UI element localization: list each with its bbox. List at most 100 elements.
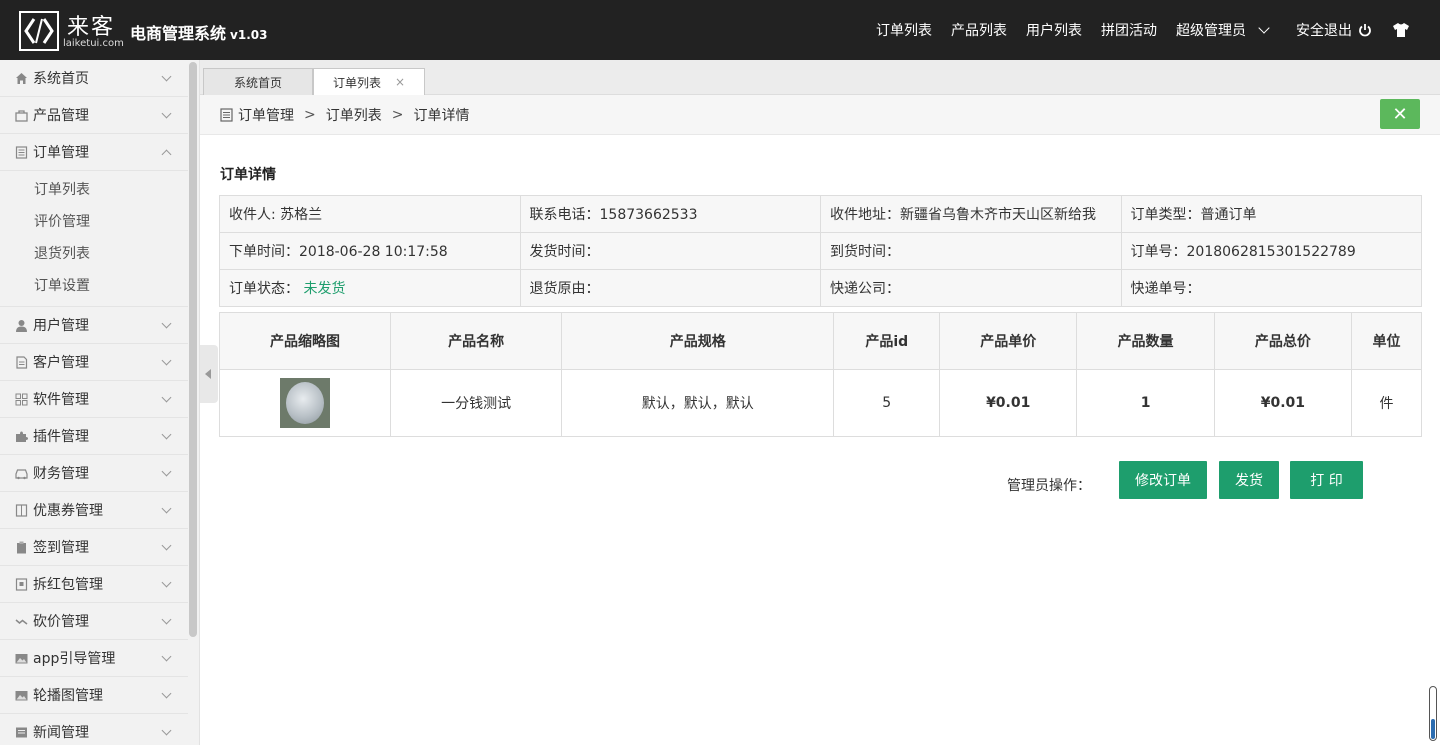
sidebar-item-label: 砍价管理 xyxy=(33,614,89,630)
chevron-down-icon xyxy=(161,651,172,662)
submenu-order-list[interactable]: 订单列表 xyxy=(0,174,188,206)
breadcrumb-item[interactable]: 订单列表 xyxy=(326,105,382,125)
sidebar-item-bargain[interactable]: 砍价管理 xyxy=(0,603,188,640)
document-icon xyxy=(15,145,28,159)
admin-dropdown[interactable]: 超级管理员 xyxy=(1176,20,1270,40)
puzzle-icon xyxy=(16,431,28,442)
sidebar-scrollbar[interactable] xyxy=(189,62,197,637)
breadcrumb-item[interactable]: 订单管理 xyxy=(238,105,294,125)
print-button[interactable]: 打 印 xyxy=(1290,461,1363,499)
submenu-order-settings[interactable]: 订单设置 xyxy=(0,270,188,302)
tab-home[interactable]: 系统首页 xyxy=(203,68,313,95)
product-table: 产品缩略图 产品名称 产品规格 产品id 产品单价 产品数量 产品总价 单位 一… xyxy=(218,312,1422,437)
sidebar-item-orders[interactable]: 订单管理 xyxy=(0,134,188,171)
sidebar-item-home[interactable]: 系统首页 xyxy=(0,60,188,97)
table-row: 下单时间：2018-06-28 10:17:58 发货时间： 到货时间： 订单号… xyxy=(219,232,1422,270)
nav-product-list[interactable]: 产品列表 xyxy=(951,20,1007,40)
grid-icon xyxy=(15,393,28,405)
product-total: ¥0.01 xyxy=(1213,369,1353,437)
info-cell: 收件地址：新疆省乌鲁木齐市天山区新给我 xyxy=(820,195,1122,233)
book-icon xyxy=(15,503,28,517)
sidebar-item-products[interactable]: 产品管理 xyxy=(0,97,188,134)
chevron-down-icon xyxy=(161,577,172,588)
chevron-down-icon xyxy=(161,614,172,625)
column-header: 产品名称 xyxy=(390,312,563,370)
breadcrumb: 订单管理 > 订单列表 > 订单详情 ✕ xyxy=(200,95,1440,135)
product-price: ¥0.01 xyxy=(939,369,1078,437)
admin-name: 超级管理员 xyxy=(1176,23,1246,39)
user-icon xyxy=(16,319,27,332)
sidebar-item-carousel[interactable]: 轮播图管理 xyxy=(0,677,188,714)
chevron-down-icon xyxy=(161,466,172,477)
sidebar-item-coupons[interactable]: 优惠券管理 xyxy=(0,492,188,529)
breadcrumb-separator: > xyxy=(304,106,316,123)
chevron-down-icon xyxy=(161,503,172,514)
chevron-down-icon xyxy=(161,318,172,329)
sidebar-item-app-guide[interactable]: app引导管理 xyxy=(0,640,188,677)
sidebar-item-finance[interactable]: 财务管理 xyxy=(0,455,188,492)
document-icon xyxy=(220,107,233,122)
skin-shirt-icon[interactable] xyxy=(1392,22,1410,38)
chevron-down-icon xyxy=(161,108,172,119)
news-icon xyxy=(16,727,27,737)
info-cell: 快递公司： xyxy=(820,269,1122,307)
sidebar-item-software[interactable]: 软件管理 xyxy=(0,381,188,418)
logo[interactable]: 来客 laiketui.com xyxy=(19,11,124,51)
column-header: 产品总价 xyxy=(1213,312,1353,370)
sidebar-item-checkin[interactable]: 签到管理 xyxy=(0,529,188,566)
info-cell: 收件人: 苏格兰 xyxy=(219,195,521,233)
sidebar-item-plugins[interactable]: 插件管理 xyxy=(0,418,188,455)
column-header: 产品数量 xyxy=(1076,312,1215,370)
sidebar-item-label: 插件管理 xyxy=(33,429,89,445)
sidebar-item-label: 新闻管理 xyxy=(33,725,89,741)
chevron-down-icon xyxy=(161,355,172,366)
nav-order-list[interactable]: 订单列表 xyxy=(876,20,932,40)
orders-submenu: 订单列表 评价管理 退货列表 订单设置 xyxy=(0,171,188,307)
breadcrumb-separator: > xyxy=(391,106,404,123)
status-badge: 未发货 xyxy=(303,281,346,297)
close-page-button[interactable]: ✕ xyxy=(1380,99,1420,129)
edit-order-button[interactable]: 修改订单 xyxy=(1119,461,1207,499)
chevron-down-icon xyxy=(161,540,172,551)
nav-user-list[interactable]: 用户列表 xyxy=(1026,20,1082,40)
sidebar-item-users[interactable]: 用户管理 xyxy=(0,307,188,344)
info-cell: 快递单号： xyxy=(1120,269,1422,307)
product-id: 5 xyxy=(833,369,941,437)
sidebar-collapse-toggle[interactable] xyxy=(200,345,218,403)
nav-group-buy[interactable]: 拼团活动 xyxy=(1101,20,1157,40)
close-icon: ✕ xyxy=(1392,103,1408,125)
submenu-reviews[interactable]: 评价管理 xyxy=(0,206,188,238)
thermometer-icon xyxy=(1429,686,1437,741)
top-header: 来客 laiketui.com 电商管理系统 v1.03 订单列表 产品列表 用户… xyxy=(0,0,1440,60)
sidebar-item-label: 客户管理 xyxy=(33,355,89,371)
product-thumbnail xyxy=(280,378,331,428)
ship-button[interactable]: 发货 xyxy=(1219,461,1279,499)
sidebar: 系统首页 产品管理 订单管理 订单列表 评价管理 退货列表 订单设置 用户管理 … xyxy=(0,60,200,745)
info-cell: 订单状态： 未发货 xyxy=(219,269,521,307)
bag-icon xyxy=(15,109,28,122)
column-header: 产品规格 xyxy=(561,312,835,370)
product-thumbnail-cell xyxy=(218,369,392,437)
system-version: v1.03 xyxy=(230,28,268,42)
column-header: 产品id xyxy=(833,312,941,370)
sidebar-item-label: 签到管理 xyxy=(33,540,89,556)
tab-label: 订单列表 xyxy=(332,75,381,90)
sidebar-item-customers[interactable]: 客户管理 xyxy=(0,344,188,381)
sidebar-item-label: app引导管理 xyxy=(33,651,116,667)
submenu-returns[interactable]: 退货列表 xyxy=(0,238,188,270)
car-icon xyxy=(15,468,28,479)
table-header-row: 产品缩略图 产品名称 产品规格 产品id 产品单价 产品数量 产品总价 单位 xyxy=(218,312,1422,370)
info-cell: 联系电话：15873662533 xyxy=(519,195,821,233)
power-icon xyxy=(1359,24,1371,37)
section-title: 订单详情 xyxy=(220,167,276,183)
tab-order-list[interactable]: 订单列表 × xyxy=(313,68,425,95)
sidebar-item-red-packet[interactable]: 拆红包管理 xyxy=(0,566,188,603)
table-row: 收件人: 苏格兰 联系电话：15873662533 收件地址：新疆省乌鲁木齐市天… xyxy=(219,195,1422,233)
logout-button[interactable]: 安全退出 xyxy=(1296,20,1372,40)
product-name: 一分钱测试 xyxy=(390,369,563,437)
sidebar-item-news[interactable]: 新闻管理 xyxy=(0,714,188,745)
column-header: 产品缩略图 xyxy=(218,312,392,370)
top-nav: 订单列表 产品列表 用户列表 拼团活动 超级管理员 安全退出 xyxy=(857,0,1440,60)
sidebar-item-label: 订单管理 xyxy=(33,145,89,161)
close-icon[interactable]: × xyxy=(395,75,405,89)
